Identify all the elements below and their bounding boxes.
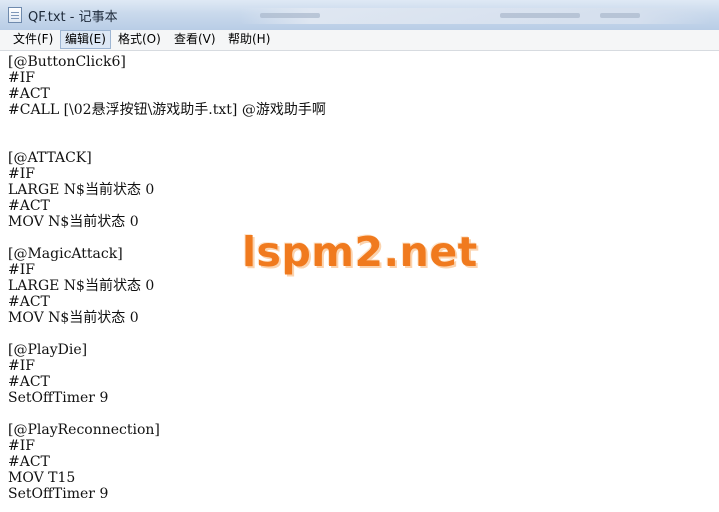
text-line: #ACT: [8, 294, 50, 310]
text-line: LARGE N$当前状态 0: [8, 278, 155, 294]
menu-bar: 文件(F) 编辑(E) 格式(O) 查看(V) 帮助(H): [0, 30, 719, 51]
text-line: SetOffTimer 9: [8, 486, 109, 502]
text-line: SetOffTimer 9: [8, 390, 109, 406]
text-line: LARGE N$当前状态 0: [8, 182, 155, 198]
notepad-icon: [8, 7, 22, 23]
text-line: #IF: [8, 262, 35, 278]
menu-help[interactable]: 帮助(H): [224, 31, 274, 48]
text-line: MOV N$当前状态 0: [8, 214, 139, 230]
text-line: [@MagicAttack]: [8, 246, 123, 262]
text-line: #IF: [8, 438, 35, 454]
text-line: #ACT: [8, 374, 50, 390]
blurred-background: [240, 8, 710, 24]
menu-file[interactable]: 文件(F): [9, 31, 57, 48]
text-line: [@PlayReconnection]: [8, 422, 160, 438]
text-line: #IF: [8, 166, 35, 182]
watermark-text: lspm2.net: [242, 228, 478, 276]
text-line: #IF: [8, 358, 35, 374]
text-line: [@ATTACK]: [8, 150, 92, 166]
window-title: QF.txt - 记事本: [28, 10, 118, 25]
text-line: MOV T15: [8, 470, 76, 486]
menu-edit[interactable]: 编辑(E): [60, 30, 111, 49]
title-bar[interactable]: QF.txt - 记事本: [0, 0, 719, 31]
text-line: [@ButtonClick6]: [8, 54, 126, 70]
text-editor[interactable]: [@ButtonClick6] #IF #ACT #CALL [\02悬浮按钮\…: [0, 51, 719, 512]
text-line: [@PlayDie]: [8, 342, 88, 358]
menu-view[interactable]: 查看(V): [170, 31, 220, 48]
text-line: #ACT: [8, 86, 50, 102]
text-line: #IF: [8, 70, 35, 86]
menu-format[interactable]: 格式(O): [114, 31, 165, 48]
text-line: #CALL [\02悬浮按钮\游戏助手.txt] @游戏助手啊: [8, 102, 326, 118]
text-line: #ACT: [8, 454, 50, 470]
text-line: #ACT: [8, 198, 50, 214]
text-line: MOV N$当前状态 0: [8, 310, 139, 326]
